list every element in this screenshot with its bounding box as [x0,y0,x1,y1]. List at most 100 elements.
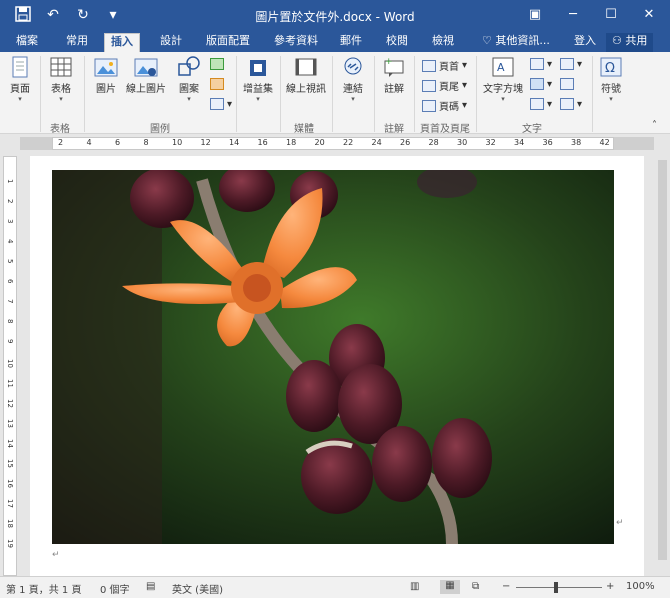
footer-button[interactable]: 頁尾 ▾ [422,78,467,93]
table-button[interactable]: 表格 ▾ [44,56,78,103]
collapse-ribbon-button[interactable]: ˄ [652,120,657,131]
vruler-tick: 5 [6,259,14,264]
language-indicator[interactable]: 英文 (美國) [172,581,223,596]
date-time-button[interactable] [560,78,574,90]
scroll-thumb[interactable] [658,160,667,560]
zoom-level[interactable]: 100% [626,581,655,592]
ruler-tick: 24 [371,138,382,147]
vruler-tick: 18 [6,519,14,528]
ruler-tick: 18 [286,138,297,147]
ruler-tick: 28 [428,138,439,147]
chevron-down-icon: ▾ [462,100,468,111]
drop-cap-button[interactable]: ▾ [530,98,552,110]
ruler-tick: 14 [229,138,240,147]
signin-link[interactable]: 登入 [568,33,602,52]
vruler-tick: 19 [6,539,14,548]
ruler-tick: 34 [514,138,525,147]
drop-cap-icon [530,98,544,110]
chevron-down-icon: ▾ [462,80,468,91]
tab-design[interactable]: 設計 [154,33,188,52]
zoom-out-icon[interactable]: − [502,581,510,592]
comment-button[interactable]: + 註解 [378,56,410,95]
addins-button[interactable]: 增益集 ▾ [240,56,276,103]
page-count[interactable]: 第 1 頁，共 1 頁 [6,581,81,596]
quick-parts-button[interactable]: ▾ [530,58,552,70]
group-label-text: 文字 [522,124,542,135]
tab-file[interactable]: 檔案 [10,33,44,52]
shapes-icon [178,56,200,76]
wordart-icon [530,78,544,90]
chevron-down-icon: ▾ [547,58,553,70]
online-picture-icon [134,58,158,77]
vruler-tick: 17 [6,499,14,508]
signature-icon [560,58,574,70]
maximize-icon[interactable]: ☐ [600,5,622,25]
chevron-down-icon: ▾ [609,95,613,103]
vertical-ruler[interactable]: 1 2 3 4 5 6 7 8 9 10 11 12 13 14 15 16 17 18 19 [3,156,17,576]
flower-photo[interactable] [52,170,614,544]
tab-insert[interactable]: 插入 [104,33,140,52]
chevron-down-icon: ▾ [577,98,583,110]
ribbon-display-icon[interactable]: ▣ [524,5,546,25]
link-icon [344,57,362,75]
minimize-icon[interactable]: ─ [562,5,584,25]
screenshot-button[interactable]: ▾ [210,98,232,110]
chart-button[interactable] [210,78,224,90]
person-icon: ⚇ [612,34,622,47]
pages-button[interactable]: 頁面 ▾ [4,56,36,103]
tell-me-box[interactable]: ♡ 其他資訊... [476,33,556,52]
ruler-tick: 26 [400,138,411,147]
ruler-tick: 12 [200,138,211,147]
svg-text:A: A [497,61,505,74]
chevron-down-icon: ▾ [256,95,260,103]
tab-review[interactable]: 校閱 [380,33,414,52]
table-icon [50,57,72,77]
textbox-button[interactable]: A 文字方塊 ▾ [480,56,526,103]
chevron-down-icon: ▾ [59,95,63,103]
header-button[interactable]: 頁首 ▾ [422,58,467,73]
close-icon[interactable]: ✕ [638,5,660,25]
zoom-in-icon[interactable]: + [606,581,614,592]
chevron-up-icon: ˄ [652,120,657,131]
read-mode-icon[interactable]: ▥ [410,581,419,592]
smartart-button[interactable] [210,58,224,70]
online-picture-button[interactable]: 線上圖片 [124,56,168,95]
vertical-scrollbar[interactable] [655,156,670,576]
wordart-button[interactable]: ▾ [530,78,552,90]
horizontal-ruler[interactable]: 2 4 6 8 10 12 14 16 18 20 22 24 26 28 30 32 34 36 38 42 [0,134,670,154]
online-video-button[interactable]: 線上視訊 [284,56,328,95]
vruler-tick: 11 [6,379,14,388]
tab-view[interactable]: 檢視 [426,33,460,52]
word-count[interactable]: 0 個字 [100,581,130,596]
tab-mailings[interactable]: 郵件 [334,33,368,52]
symbol-button[interactable]: Ω 符號 ▾ [596,56,626,103]
tab-layout[interactable]: 版面配置 [200,33,256,52]
group-label-comments: 註解 [384,124,404,135]
page-number-button[interactable]: 頁碼 ▾ [422,98,467,113]
footer-icon [422,79,436,92]
vruler-tick: 8 [6,319,14,324]
comment-icon: + [384,57,404,77]
ruler-tick: 10 [172,138,183,147]
calendar-icon [560,78,574,90]
share-button[interactable]: ⚇ 共用 [606,33,654,52]
separator [332,56,333,132]
print-layout-icon[interactable]: ▦ [440,580,460,594]
tab-home[interactable]: 常用 [60,33,94,52]
vruler-tick: 13 [6,419,14,428]
proofing-icon[interactable]: ▤ [146,581,155,592]
zoom-slider-thumb[interactable] [554,582,558,593]
omega-icon: Ω [600,57,622,77]
web-layout-icon[interactable]: ⧉ [472,581,479,592]
screenshot-icon [210,98,224,110]
tab-references[interactable]: 參考資料 [268,33,324,52]
object-button[interactable]: ▾ [560,98,582,110]
vruler-tick: 16 [6,479,14,488]
signature-line-button[interactable]: ▾ [560,58,582,70]
shapes-button[interactable]: 圖案 ▾ [172,56,206,103]
picture-button[interactable]: 圖片 [88,56,124,95]
ribbon-tabs: 檔案 常用 插入 設計 版面配置 參考資料 郵件 校閱 檢視 ♡ 其他資訊...… [0,30,670,52]
document-page[interactable]: ↵ ↵ [30,156,644,576]
zoom-slider[interactable] [516,587,602,588]
links-button[interactable]: 連結 ▾ [336,56,370,103]
